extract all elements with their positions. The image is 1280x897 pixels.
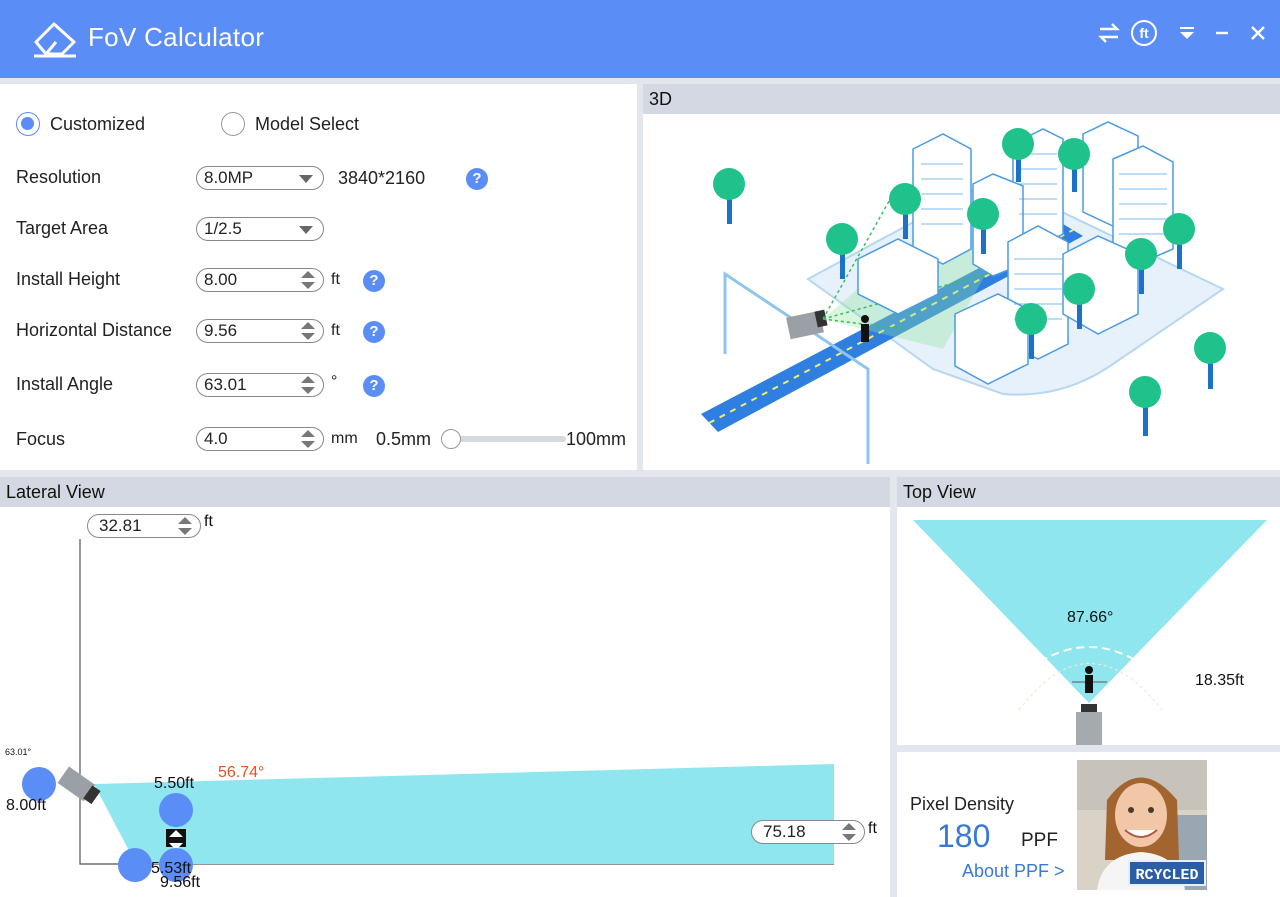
- close-button[interactable]: [1243, 18, 1273, 48]
- camera-height-handle[interactable]: [22, 767, 56, 824]
- horizontal-distance-stepper[interactable]: 9.56: [196, 319, 324, 343]
- minimize-icon: [1216, 31, 1228, 35]
- install-angle-stepper[interactable]: 63.01: [196, 373, 324, 397]
- menu-dropdown-button[interactable]: [1172, 18, 1202, 48]
- spinner-arrows-icon[interactable]: [301, 430, 315, 448]
- focus-max-label: 100mm: [566, 429, 627, 449]
- camera-icon: [1076, 704, 1102, 745]
- spinner-arrows-icon[interactable]: [301, 376, 315, 394]
- mode-model-select-radio[interactable]: Model Select: [221, 112, 359, 136]
- lateral-fov-area: [94, 764, 834, 864]
- lateral-view-panel: Lateral View 32.81 ft 63.01° 8.00ft 56.7…: [0, 477, 890, 897]
- top-height-value: 32.81: [99, 516, 142, 535]
- resolution-help-icon[interactable]: ?: [466, 168, 488, 190]
- pixel-density-panel: Pixel Density 180 PPF About PPF > RCYCLE…: [897, 752, 1280, 897]
- lateral-view-title: Lateral View: [0, 477, 890, 507]
- top-view-title: Top View: [897, 477, 1280, 507]
- feet-unit-icon: ft: [1131, 20, 1157, 46]
- pixel-density-unit: PPF: [1021, 830, 1058, 851]
- top-view-panel: Top View 87.66° 18.35ft: [897, 477, 1280, 745]
- target-area-label: Target Area: [16, 218, 109, 238]
- install-height-help-icon[interactable]: ?: [363, 270, 385, 292]
- camera-angle-label: 63.01°: [5, 747, 32, 757]
- license-plate-text: RCYCLED: [1135, 867, 1198, 884]
- spinner-arrows-icon[interactable]: [178, 517, 192, 535]
- distance-value: 75.18: [763, 822, 806, 841]
- install-angle-label: Install Angle: [16, 374, 114, 394]
- fov-angle-label: 56.74°: [218, 764, 265, 781]
- resolution-select[interactable]: 8.0MP: [196, 166, 324, 190]
- top-height-stepper[interactable]: 32.81: [87, 514, 201, 538]
- city-3d-illustration[interactable]: [643, 114, 1280, 470]
- unit-button-label: ft: [1139, 25, 1149, 41]
- close-icon: [1251, 26, 1265, 40]
- target-height-handle[interactable]: [159, 793, 193, 850]
- view-3d-panel: 3D: [643, 84, 1280, 470]
- horizontal-arrows-icon: [125, 888, 145, 897]
- focus-min-label: 0.5mm: [376, 429, 432, 449]
- app-title: FoV Calculator: [88, 22, 265, 52]
- radio-unchecked-icon: [221, 112, 245, 136]
- top-height-unit: ft: [204, 513, 213, 530]
- top-fov-angle: 87.66°: [1067, 609, 1114, 626]
- target-distance-label: 9.56ft: [160, 874, 201, 891]
- install-angle-value: 63.01: [204, 375, 247, 394]
- mode-customized-radio[interactable]: Customized: [16, 112, 145, 136]
- mode-customized-label: Customized: [50, 113, 146, 134]
- top-width: 18.35ft: [1195, 672, 1244, 689]
- near-distance-handle[interactable]: [118, 848, 152, 897]
- target-height-label: 5.50ft: [154, 775, 195, 792]
- settings-panel: Customized Model Select Resolution 8.0MP…: [0, 84, 637, 470]
- radio-checked-icon: [16, 112, 40, 136]
- focus-label: Focus: [16, 429, 66, 449]
- install-height-unit: ft: [331, 271, 340, 288]
- focus-unit: mm: [331, 430, 358, 447]
- distance-stepper[interactable]: 75.18: [751, 820, 865, 844]
- sample-face-image: RCYCLED: [1077, 760, 1207, 890]
- camera-height-label: 8.00ft: [6, 797, 47, 814]
- minimize-button[interactable]: [1207, 18, 1237, 48]
- horizontal-distance-label: Horizontal Distance: [16, 320, 173, 340]
- resolution-value: 8.0MP: [204, 168, 254, 187]
- install-height-stepper[interactable]: 8.00: [196, 268, 324, 292]
- about-ppf-link[interactable]: About PPF >: [962, 861, 1065, 882]
- app-logo-icon: [34, 22, 76, 58]
- pixel-density-value: 180: [937, 818, 991, 854]
- spinner-arrows-icon[interactable]: [842, 823, 856, 841]
- spinner-arrows-icon[interactable]: [301, 271, 315, 289]
- install-height-value: 8.00: [204, 270, 238, 289]
- view-3d-title: 3D: [643, 84, 1280, 114]
- install-height-label: Install Height: [16, 269, 121, 289]
- chevron-down-icon: [299, 226, 313, 234]
- distance-unit: ft: [868, 820, 877, 837]
- swap-icon: [1098, 23, 1120, 43]
- mode-model-select-label: Model Select: [255, 113, 360, 134]
- resolution-pixels: 3840*2160: [338, 168, 426, 188]
- title-bar: FoV Calculator ft: [0, 0, 1280, 78]
- spinner-arrows-icon[interactable]: [301, 322, 315, 340]
- resolution-label: Resolution: [16, 167, 102, 187]
- install-angle-unit: °: [331, 373, 338, 390]
- horizontal-distance-unit: ft: [331, 322, 340, 339]
- focus-slider-track[interactable]: [444, 436, 566, 442]
- person-icon: [861, 315, 869, 323]
- install-angle-help-icon[interactable]: ?: [363, 375, 385, 397]
- focus-slider-handle[interactable]: [441, 429, 461, 449]
- person-icon: [1085, 666, 1093, 693]
- horizontal-distance-value: 9.56: [204, 321, 238, 340]
- focus-stepper[interactable]: 4.0: [196, 427, 324, 451]
- chevron-down-icon: [299, 175, 313, 183]
- target-area-value: 1/2.5: [204, 219, 242, 238]
- target-area-select[interactable]: 1/2.5: [196, 217, 324, 241]
- dropdown-icon: [1180, 27, 1194, 39]
- swap-button[interactable]: [1094, 18, 1124, 48]
- feet-unit-button[interactable]: ft: [1129, 18, 1159, 48]
- focus-value: 4.0: [204, 429, 228, 448]
- pixel-density-label: Pixel Density: [910, 794, 1015, 814]
- horizontal-distance-help-icon[interactable]: ?: [363, 321, 385, 343]
